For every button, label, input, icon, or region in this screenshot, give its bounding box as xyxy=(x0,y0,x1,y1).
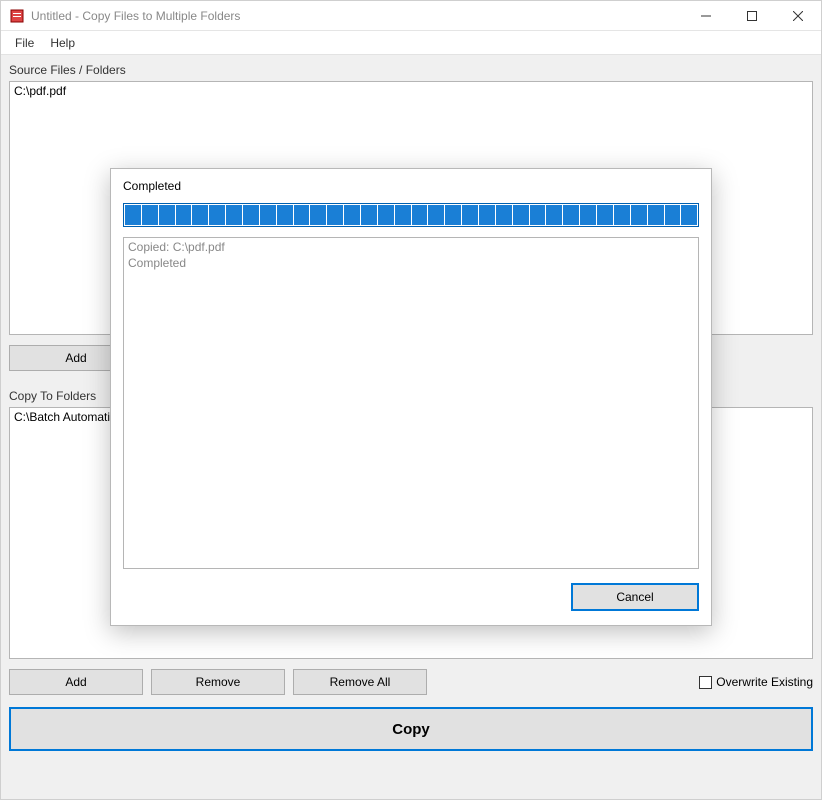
window-controls xyxy=(683,1,821,31)
remove-all-dest-button[interactable]: Remove All xyxy=(293,669,427,695)
dialog-title: Completed xyxy=(123,179,699,193)
log-line: Copied: C:\pdf.pdf xyxy=(128,240,694,256)
menu-help[interactable]: Help xyxy=(42,33,83,53)
dest-buttons: Add Remove Remove All Overwrite Existing xyxy=(9,669,813,695)
overwrite-label: Overwrite Existing xyxy=(716,675,813,689)
dialog-button-row: Cancel xyxy=(123,583,699,611)
progress-dialog: Completed Copied: C:\pdf.pdf Completed C… xyxy=(110,168,712,626)
copy-button[interactable]: Copy xyxy=(9,707,813,751)
add-dest-button[interactable]: Add xyxy=(9,669,143,695)
close-button[interactable] xyxy=(775,1,821,31)
window-title: Untitled - Copy Files to Multiple Folder… xyxy=(31,9,683,23)
checkbox-box-icon xyxy=(699,676,712,689)
menubar: File Help xyxy=(1,31,821,55)
source-label: Source Files / Folders xyxy=(9,63,813,77)
app-icon xyxy=(9,8,25,24)
progress-bar xyxy=(123,203,699,227)
minimize-button[interactable] xyxy=(683,1,729,31)
maximize-button[interactable] xyxy=(729,1,775,31)
menu-file[interactable]: File xyxy=(7,33,42,53)
overwrite-checkbox[interactable]: Overwrite Existing xyxy=(699,675,813,689)
log-box: Copied: C:\pdf.pdf Completed xyxy=(123,237,699,569)
log-line: Completed xyxy=(128,256,694,272)
list-item[interactable]: C:\pdf.pdf xyxy=(14,84,808,98)
remove-dest-button[interactable]: Remove xyxy=(151,669,285,695)
titlebar: Untitled - Copy Files to Multiple Folder… xyxy=(1,1,821,31)
cancel-button[interactable]: Cancel xyxy=(571,583,699,611)
